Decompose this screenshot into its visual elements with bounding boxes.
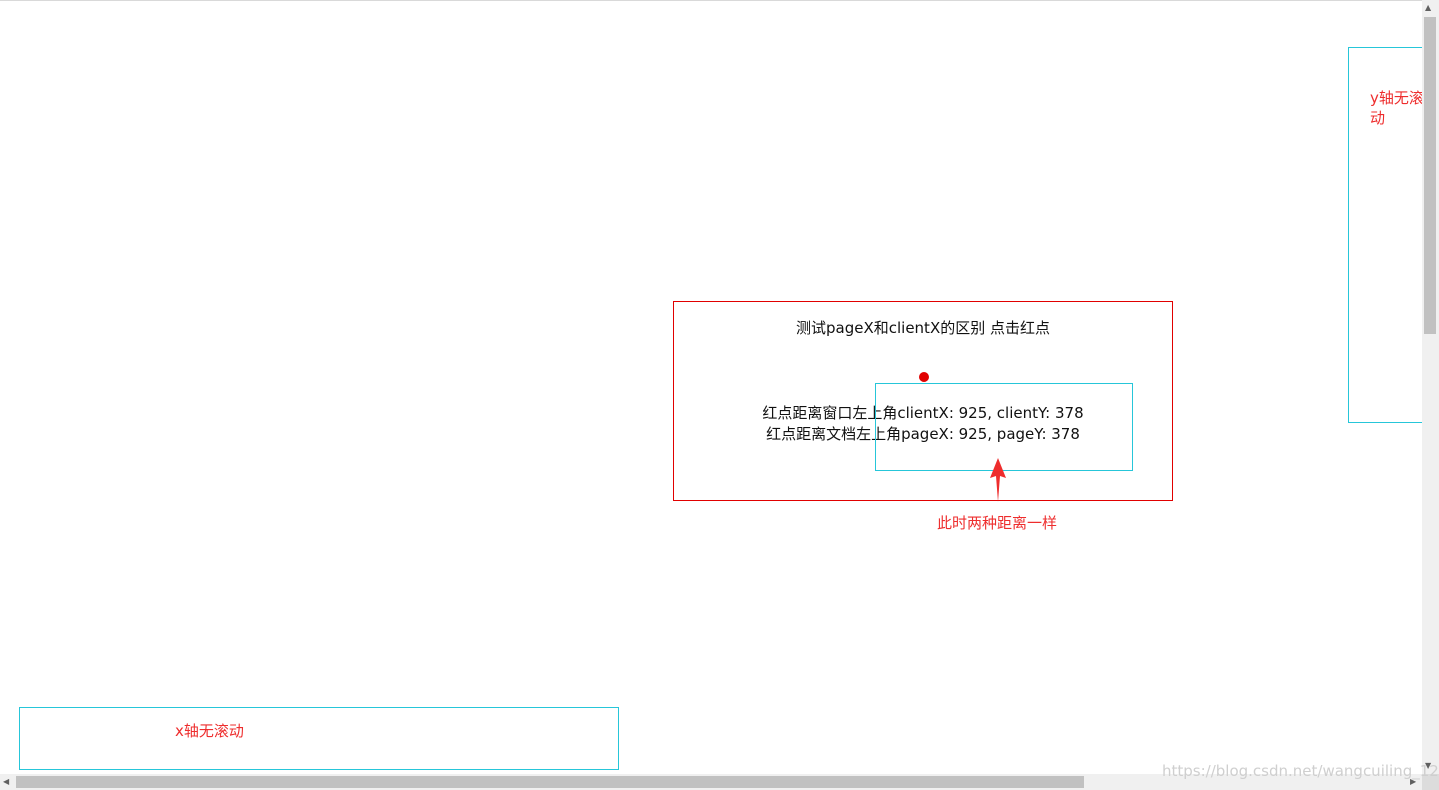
horizontal-scroll-thumb[interactable] [16, 776, 1084, 788]
demo-title: 测试pageX和clientX的区别 点击红点 [796, 319, 1050, 337]
same-distance-annotation: 此时两种距离一样 [937, 514, 1058, 532]
x-axis-annotation: x轴无滚动 [175, 722, 244, 740]
vertical-scrollbar[interactable] [1422, 0, 1439, 774]
scroll-up-icon[interactable]: ▲ [1425, 3, 1431, 13]
up-arrow-icon [990, 458, 1006, 502]
y-axis-annotation: y轴无滚动 [1370, 89, 1424, 127]
x-axis-annotation-box [19, 707, 619, 770]
watermark: https://blog.csdn.net/wangcuiling_123 [1162, 762, 1439, 780]
vertical-scroll-thumb[interactable] [1424, 17, 1436, 334]
top-border [0, 0, 1439, 1]
red-dot[interactable] [919, 372, 929, 382]
scroll-left-icon[interactable]: ◀ [3, 777, 9, 787]
